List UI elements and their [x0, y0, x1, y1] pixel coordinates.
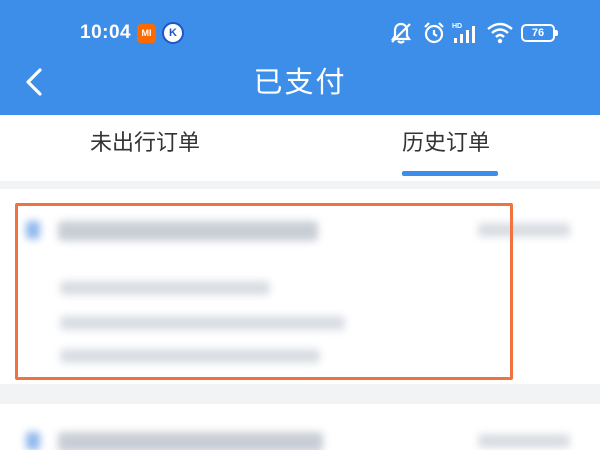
page-title: 已支付 [253, 65, 347, 99]
tab-upcoming-orders[interactable]: 未出行订单 [90, 115, 200, 181]
app-header: 10:04 MI K HD 76 已支付 [0, 0, 600, 115]
svg-text:HD: HD [452, 23, 462, 30]
status-time: 10:04 [80, 22, 132, 43]
status-bar: 10:04 MI K HD 76 [0, 0, 600, 65]
status-placeholder [478, 434, 570, 448]
route-placeholder [58, 432, 323, 450]
active-tab-indicator [402, 171, 498, 176]
order-card[interactable] [0, 404, 600, 450]
alarm-icon [424, 22, 444, 44]
hd-signal-icon: HD [452, 23, 475, 43]
battery-icon: 76 [521, 24, 558, 42]
mute-bell-icon [390, 22, 412, 44]
train-icon [26, 432, 40, 450]
k-app-icon: K [162, 22, 184, 44]
highlight-box [15, 203, 513, 380]
order-tabs: 未出行订单 历史订单 [0, 115, 600, 181]
wifi-icon [487, 22, 513, 44]
mi-app-icon: MI [137, 24, 156, 43]
